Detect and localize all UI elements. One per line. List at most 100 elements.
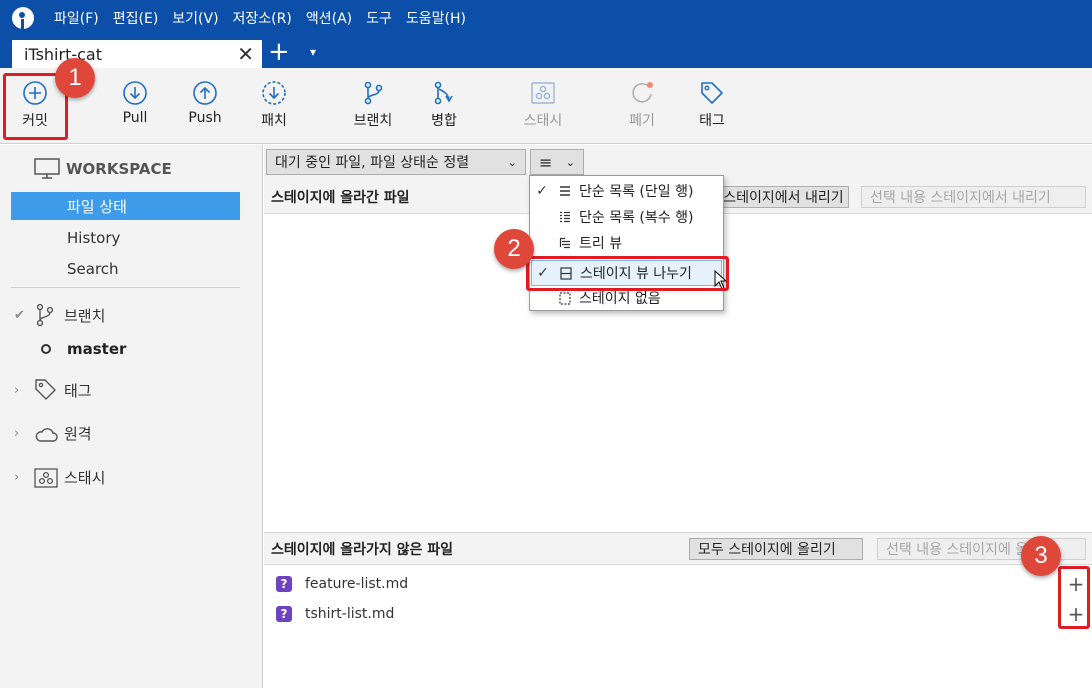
file-name: feature-list.md bbox=[305, 576, 409, 592]
sidebar-group-tags[interactable]: › 태그 bbox=[14, 378, 92, 402]
menu-edit[interactable]: 편집(E) bbox=[113, 8, 159, 28]
chevron-down-icon: ✔ bbox=[14, 307, 25, 323]
menu-item-flat-list-single[interactable]: ✓ 단순 목록 (단일 행) bbox=[531, 178, 722, 204]
toolbar: 커밋 Pull Push 패치 브랜치 병합 스태시 폐기 태그 bbox=[0, 68, 1092, 144]
tab-bar: iTshirt-cat ✕ bbox=[0, 36, 1092, 68]
stash-icon bbox=[531, 82, 555, 104]
sidebar-item-file-status[interactable]: 파일 상태 bbox=[11, 192, 240, 220]
menu-item-flat-list-multi[interactable]: 단순 목록 (복수 행) bbox=[531, 204, 722, 230]
chevron-down-icon: ⌄ bbox=[507, 155, 517, 169]
chevron-right-icon: › bbox=[14, 426, 20, 441]
branch-label: 브랜치 bbox=[353, 113, 393, 129]
sidebar-divider bbox=[11, 287, 240, 288]
single-line-list-icon bbox=[553, 185, 577, 197]
discard-button[interactable]: 폐기 bbox=[622, 68, 662, 144]
menu-help[interactable]: 도움말(H) bbox=[406, 8, 466, 28]
current-branch-icon bbox=[41, 344, 51, 354]
annotation-box-split-view bbox=[526, 256, 729, 291]
sidebar-group-stashes[interactable]: › 스태시 bbox=[14, 467, 105, 488]
menu-item-label: 단순 목록 (단일 행) bbox=[579, 184, 694, 200]
sidebar-item-history[interactable]: History bbox=[11, 224, 240, 252]
menu-item-label: 트리 뷰 bbox=[579, 236, 623, 252]
menu-item-label: 단순 목록 (복수 행) bbox=[579, 210, 694, 226]
stage-all-button[interactable]: 모두 스테이지에 올리기 bbox=[689, 538, 863, 560]
menu-item-tree-view[interactable]: 트리 뷰 bbox=[531, 230, 722, 256]
list-view-icon: ≡ bbox=[539, 152, 553, 172]
pull-arrow-down-icon bbox=[123, 81, 147, 105]
stashes-label: 스태시 bbox=[64, 469, 106, 487]
push-button[interactable]: Push bbox=[184, 68, 226, 144]
stash-button[interactable]: 스태시 bbox=[516, 68, 570, 144]
annotation-badge-1: 1 bbox=[55, 58, 95, 98]
branch-icon bbox=[364, 81, 383, 105]
sort-filter-dropdown[interactable]: 대기 중인 파일, 파일 상태순 정렬 ⌄ bbox=[266, 149, 526, 175]
chevron-right-icon: › bbox=[14, 470, 20, 485]
tree-view-icon bbox=[553, 237, 577, 249]
push-label: Push bbox=[188, 110, 222, 126]
multi-line-list-icon bbox=[553, 211, 577, 223]
unstaged-files-title: 스테이지에 올라가지 않은 파일 bbox=[271, 541, 454, 558]
menu-view[interactable]: 보기(V) bbox=[172, 8, 218, 28]
branch-master-label: master bbox=[67, 340, 127, 358]
tag-icon bbox=[34, 378, 64, 402]
annotation-box-stage-buttons bbox=[1058, 566, 1090, 629]
branch-icon bbox=[34, 303, 64, 327]
tags-label: 태그 bbox=[64, 381, 92, 400]
file-row[interactable]: ? feature-list.md + bbox=[264, 569, 1092, 599]
no-staging-icon bbox=[553, 291, 577, 305]
file-row[interactable]: ? tshirt-list.md + bbox=[264, 599, 1092, 629]
push-arrow-up-icon bbox=[193, 81, 217, 105]
menu-item-label: 스테이지 없음 bbox=[579, 291, 661, 307]
menu-file[interactable]: 파일(F) bbox=[54, 8, 99, 28]
untracked-file-icon: ? bbox=[276, 606, 292, 622]
merge-button[interactable]: 병합 bbox=[424, 68, 464, 144]
branches-label: 브랜치 bbox=[64, 306, 106, 325]
monitor-icon bbox=[34, 158, 60, 179]
workspace-header: WORKSPACE bbox=[34, 158, 172, 180]
sidebar-group-remotes[interactable]: › 원격 bbox=[14, 423, 92, 444]
menu-repository[interactable]: 저장소(R) bbox=[233, 8, 292, 28]
annotation-badge-3: 3 bbox=[1021, 536, 1061, 576]
patch-icon bbox=[262, 81, 286, 105]
menu-action[interactable]: 액션(A) bbox=[306, 8, 352, 28]
tag-label: 태그 bbox=[699, 113, 725, 129]
branch-button[interactable]: 브랜치 bbox=[348, 68, 398, 144]
merge-icon bbox=[434, 81, 453, 105]
remotes-label: 원격 bbox=[64, 425, 92, 443]
sidebar: WORKSPACE 파일 상태 History Search ✔ 브랜치 mas… bbox=[0, 145, 263, 688]
check-icon: ✓ bbox=[536, 183, 548, 199]
chevron-right-icon: › bbox=[14, 382, 20, 398]
view-mode-dropdown[interactable]: ≡ ⌄ bbox=[530, 149, 584, 175]
menu-bar: 파일(F) 편집(E) 보기(V) 저장소(R) 액션(A) 도구 도움말(H) bbox=[0, 0, 1092, 36]
discard-label: 폐기 bbox=[629, 113, 655, 129]
pull-label: Pull bbox=[122, 110, 148, 126]
close-icon[interactable]: ✕ bbox=[237, 42, 254, 66]
sidebar-item-search[interactable]: Search bbox=[11, 255, 240, 283]
tag-button[interactable]: 태그 bbox=[692, 68, 732, 144]
workspace-title: WORKSPACE bbox=[66, 160, 172, 178]
unstage-selected-button[interactable]: 선택 내용 스테이지에서 내리기 bbox=[861, 186, 1086, 208]
patch-button[interactable]: 패치 bbox=[254, 68, 294, 144]
new-tab-plus-icon[interactable]: + bbox=[268, 37, 290, 67]
cloud-icon bbox=[34, 425, 64, 443]
untracked-file-icon: ? bbox=[276, 576, 292, 592]
menu-tools[interactable]: 도구 bbox=[366, 8, 392, 28]
patch-label: 패치 bbox=[261, 113, 287, 129]
repo-tab[interactable]: iTshirt-cat ✕ bbox=[12, 40, 262, 68]
annotation-badge-2: 2 bbox=[494, 229, 534, 269]
chevron-down-icon: ⌄ bbox=[565, 155, 575, 169]
merge-label: 병합 bbox=[431, 113, 457, 129]
staged-files-title: 스테이지에 올라간 파일 bbox=[271, 190, 410, 206]
branch-item-master[interactable]: master bbox=[41, 340, 126, 358]
unstaged-files-header: 스테이지에 올라가지 않은 파일 모두 스테이지에 올리기 선택 내용 스테이지… bbox=[264, 532, 1092, 565]
stash-label: 스태시 bbox=[523, 113, 563, 129]
sourcetree-logo-icon bbox=[12, 7, 34, 29]
stash-icon bbox=[34, 467, 64, 488]
tab-list-chevron-icon[interactable]: ▾ bbox=[310, 42, 316, 62]
file-name: tshirt-list.md bbox=[305, 606, 395, 622]
sidebar-group-branches[interactable]: ✔ 브랜치 bbox=[14, 303, 105, 327]
sort-filter-label: 대기 중인 파일, 파일 상태순 정렬 bbox=[275, 155, 470, 171]
tag-icon bbox=[701, 82, 723, 104]
pull-button[interactable]: Pull bbox=[115, 68, 155, 144]
discard-refresh-icon bbox=[632, 82, 653, 103]
